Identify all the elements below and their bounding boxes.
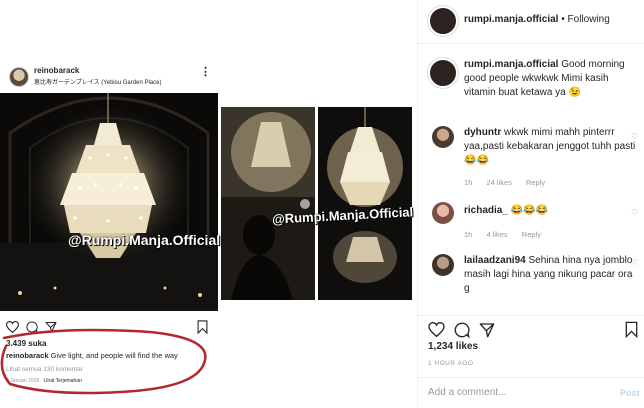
add-comment-bar: Post bbox=[418, 377, 644, 408]
post-timestamp: 1 HOUR AGO bbox=[428, 360, 474, 367]
comment-avatar[interactable] bbox=[432, 126, 454, 148]
more-dots-icon: ⋮ bbox=[200, 66, 211, 78]
comment-body: dyhuntr wkwk mimi mahh pinterrr yaa,past… bbox=[464, 126, 640, 168]
comment-body: lailaadzani94 Sehina hina nya jomblo mas… bbox=[464, 254, 640, 298]
header-separator: • bbox=[561, 14, 565, 25]
embedded-avatar bbox=[9, 67, 29, 87]
comment-like-icon[interactable]: ♡ bbox=[631, 132, 638, 141]
watermark-main: @Rumpi.Manja.Official bbox=[68, 232, 221, 248]
post-action-bar bbox=[418, 315, 644, 341]
comment-meta: 1h 4 likes Reply bbox=[464, 230, 553, 239]
post-header: rumpi.manja.official • Following bbox=[418, 0, 644, 44]
comment-text: 😂😂😂 bbox=[510, 205, 549, 216]
comment-username[interactable]: richadia_ bbox=[464, 205, 508, 216]
comment-username[interactable]: lailaadzani94 bbox=[464, 255, 526, 266]
bookmark-icon[interactable] bbox=[625, 321, 638, 343]
add-comment-input[interactable] bbox=[428, 387, 608, 398]
comment-icon[interactable] bbox=[454, 322, 470, 343]
comment-likes[interactable]: 24 likes bbox=[486, 178, 511, 187]
embedded-location: 恵比寿ガーデンプレイス (Yebisu Garden Place) bbox=[34, 80, 162, 86]
post-caption: rumpi.manja.official Good morning good p… bbox=[464, 58, 640, 100]
story-photo-2 bbox=[318, 107, 412, 300]
following-button[interactable]: Following bbox=[568, 14, 610, 25]
caption-username[interactable]: rumpi.manja.official bbox=[464, 59, 558, 70]
embedded-screenshot-collage: reinobarack 恵比寿ガーデンプレイス (Yebisu Garden P… bbox=[0, 0, 417, 408]
post-likes-count[interactable]: 1,234 likes bbox=[428, 341, 478, 352]
comment-avatar[interactable] bbox=[432, 254, 454, 276]
account-avatar[interactable] bbox=[428, 6, 458, 36]
post-comment-button[interactable]: Post bbox=[620, 388, 640, 398]
comment-avatar[interactable] bbox=[432, 202, 454, 224]
red-highlight-circle bbox=[0, 328, 207, 395]
caption-avatar[interactable] bbox=[428, 58, 458, 88]
comment-time: 1h bbox=[464, 230, 473, 239]
comment-username[interactable]: dyhuntr bbox=[464, 127, 501, 138]
comment-likes[interactable]: 4 likes bbox=[486, 230, 507, 239]
comment-reply[interactable]: Reply bbox=[522, 230, 541, 239]
heart-icon[interactable] bbox=[428, 321, 445, 342]
comment-body: richadia_ 😂😂😂 bbox=[464, 204, 640, 218]
embedded-username: reinobarack bbox=[34, 66, 80, 75]
embedded-post-header: reinobarack 恵比寿ガーデンプレイス (Yebisu Garden P… bbox=[0, 64, 218, 90]
header-user-line: rumpi.manja.official • Following bbox=[464, 14, 610, 25]
chandelier-image bbox=[0, 93, 218, 311]
story-image-2 bbox=[318, 107, 412, 300]
comment-meta: 1h 24 likes Reply bbox=[464, 178, 557, 187]
share-icon[interactable] bbox=[479, 322, 495, 343]
chandelier-photo bbox=[0, 93, 218, 311]
header-username[interactable]: rumpi.manja.official bbox=[464, 14, 558, 25]
comment-reply[interactable]: Reply bbox=[526, 178, 545, 187]
comment-like-icon[interactable]: ♡ bbox=[631, 208, 638, 217]
comment-like-icon[interactable]: ♡ bbox=[631, 258, 638, 267]
post-detail-panel: rumpi.manja.official • Following rumpi.m… bbox=[417, 0, 644, 408]
comment-time: 1h bbox=[464, 178, 473, 187]
story-photo-1 bbox=[221, 107, 315, 300]
story-image-1 bbox=[221, 107, 315, 300]
